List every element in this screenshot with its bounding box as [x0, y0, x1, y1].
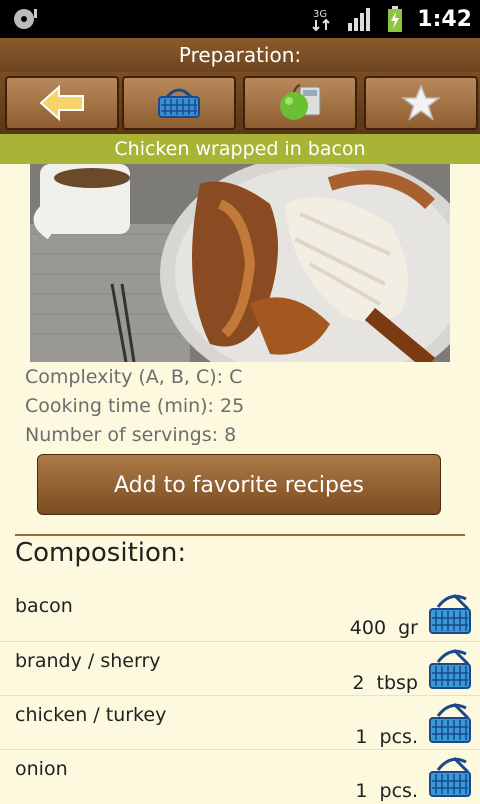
- favorites-button[interactable]: [364, 76, 478, 130]
- section-divider: [15, 534, 465, 536]
- recipe-title: Chicken wrapped in bacon: [0, 134, 480, 164]
- clock-time: 1:42: [417, 6, 472, 32]
- battery-charging-icon: [388, 6, 403, 32]
- add-to-basket-icon[interactable]: [428, 702, 472, 746]
- calculator-button[interactable]: [243, 76, 357, 130]
- ingredient-row: bacon 400 gr: [0, 587, 480, 641]
- add-to-basket-icon[interactable]: [428, 593, 472, 637]
- toolbar: [0, 72, 480, 134]
- ingredient-row: chicken / turkey 1 pcs.: [0, 695, 480, 750]
- add-to-basket-icon[interactable]: [428, 756, 472, 800]
- ingredient-row: brandy / sherry 2 tbsp: [0, 641, 480, 696]
- apple-calculator-icon: [280, 84, 321, 120]
- ingredient-quantity: 2 tbsp: [352, 672, 418, 694]
- ingredient-name: brandy / sherry: [15, 650, 161, 672]
- servings-label: Number of servings: 8: [25, 424, 237, 446]
- ingredient-quantity: 1 pcs.: [355, 726, 418, 748]
- ingredient-quantity: 1 pcs.: [355, 780, 418, 802]
- complexity-label: Complexity (A, B, C): C: [25, 366, 243, 388]
- network-3g-icon: 3G: [312, 9, 330, 32]
- add-to-favorites-button[interactable]: Add to favorite recipes: [37, 454, 441, 515]
- ingredient-name: onion: [15, 758, 68, 780]
- svg-text:3G: 3G: [313, 9, 327, 20]
- add-to-basket-icon[interactable]: [428, 648, 472, 692]
- back-arrow-icon: [39, 85, 84, 121]
- status-bar: 3G 1:42: [0, 0, 480, 38]
- cooking-time-label: Cooking time (min): 25: [25, 395, 245, 417]
- ingredient-quantity: 400 gr: [349, 617, 418, 639]
- page-title: Preparation:: [0, 38, 480, 72]
- sync-disc-icon: [14, 9, 37, 29]
- composition-heading: Composition:: [15, 538, 187, 568]
- signal-strength-icon: [348, 8, 371, 31]
- star-icon: [401, 84, 441, 121]
- recipe-photo: [30, 164, 450, 362]
- ingredient-row: onion 1 pcs.: [0, 749, 480, 804]
- shopping-basket-button[interactable]: [122, 76, 236, 130]
- ingredient-name: chicken / turkey: [15, 704, 167, 726]
- ingredient-name: bacon: [15, 595, 73, 617]
- basket-icon: [158, 88, 200, 118]
- back-button[interactable]: [5, 76, 119, 130]
